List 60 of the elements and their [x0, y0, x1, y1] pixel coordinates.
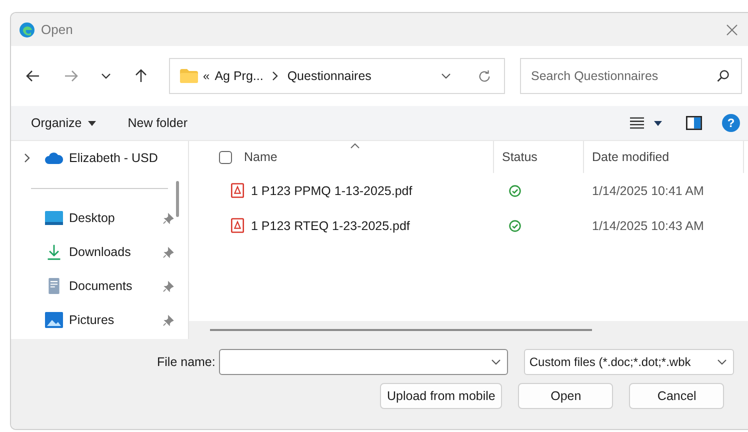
preview-pane-icon[interactable]: [686, 116, 702, 130]
picture-icon: [45, 312, 63, 328]
chevron-down-icon: [491, 357, 502, 367]
download-arrow-icon: [45, 244, 63, 260]
chevron-down-icon[interactable]: [441, 71, 451, 81]
caret-icon: [88, 120, 96, 126]
sidebar-item[interactable]: Documents: [11, 269, 188, 303]
breadcrumb-segment[interactable]: Questionnaires: [287, 69, 372, 83]
pdf-file-icon: [231, 183, 244, 198]
sidebar-label: Desktop: [69, 211, 115, 225]
dialog-button[interactable]: Open: [518, 383, 614, 409]
cloud-icon: [45, 150, 63, 166]
sort-caret-icon: [350, 143, 360, 149]
view-options-icon[interactable]: [630, 117, 644, 129]
sidebar-item[interactable]: Downloads: [11, 235, 188, 269]
sidebar-item[interactable]: Elizabeth - USD: [11, 141, 188, 175]
search-icon: [716, 69, 730, 83]
chevron-down-icon[interactable]: [101, 71, 111, 81]
file-name-label: File name:: [157, 355, 216, 369]
desktop-icon: [45, 210, 63, 226]
file-row[interactable]: 1 P123 PPMQ 1-13-2025.pdf 1/14/2025 10:41 AM: [207, 173, 748, 208]
new-folder-button[interactable]: New folder: [122, 112, 194, 134]
close-icon[interactable]: [726, 24, 738, 36]
dialog-button[interactable]: Upload from mobile: [380, 383, 502, 409]
breadcrumb-segment[interactable]: Ag Prg...: [214, 69, 264, 83]
search-field[interactable]: Search Questionnaires: [520, 58, 742, 94]
file-name: 1 P123 PPMQ 1-13-2025.pdf: [251, 184, 412, 198]
sidebar-label: Elizabeth - USD: [69, 151, 158, 165]
sidebar-item[interactable]: Desktop: [11, 201, 188, 235]
sidebar-label: Documents: [69, 279, 132, 293]
up-arrow-icon[interactable]: [133, 68, 149, 84]
sidebar-label: Downloads: [69, 245, 131, 259]
sidebar-label: Pictures: [69, 313, 114, 327]
column-header[interactable]: Name: [244, 150, 278, 164]
help-button[interactable]: ?: [722, 114, 740, 132]
browser-logo-icon: [19, 22, 35, 38]
pdf-file-icon: [231, 218, 244, 233]
date-modified: 1/14/2025 10:41 AM: [592, 184, 704, 198]
refresh-icon[interactable]: [477, 68, 492, 84]
dialog-button[interactable]: Cancel: [629, 383, 724, 409]
overflow-marker[interactable]: «: [203, 69, 210, 83]
date-modified: 1/14/2025 10:43 AM: [592, 218, 704, 232]
chevron-right-icon: [271, 71, 280, 81]
file-row[interactable]: 1 P123 RTEQ 1-23-2025.pdf 1/14/2025 10:43 AM: [207, 208, 748, 243]
column-header[interactable]: Status: [502, 150, 538, 164]
organize-menu[interactable]: Organize: [25, 112, 102, 134]
chevron-down-icon: [717, 357, 728, 367]
column-header[interactable]: Date modified: [592, 150, 670, 164]
expand-chevron-icon[interactable]: [23, 153, 31, 163]
sidebar-item[interactable]: Pictures: [11, 303, 188, 337]
window-title: Open: [41, 22, 73, 37]
file-name-field[interactable]: [219, 349, 508, 375]
caret-icon[interactable]: [654, 120, 662, 126]
select-all-checkbox[interactable]: [219, 150, 232, 164]
folder-icon: [180, 69, 198, 83]
back-arrow-icon[interactable]: [25, 68, 41, 84]
address-bar[interactable]: « Ag Prg... Questionnaires: [169, 58, 505, 94]
forward-arrow-icon[interactable]: [63, 68, 79, 84]
file-name: 1 P123 RTEQ 1-23-2025.pdf: [251, 218, 410, 232]
file-type-dropdown[interactable]: Custom files (*.doc;*.dot;*.wbk: [524, 349, 734, 375]
